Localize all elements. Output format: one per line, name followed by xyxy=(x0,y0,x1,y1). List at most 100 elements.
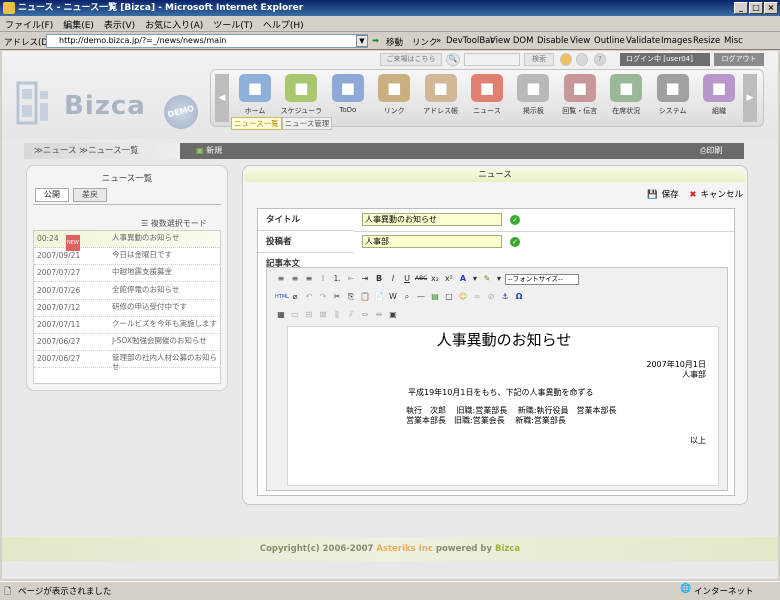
nav-item-2[interactable]: ■ ToDo xyxy=(326,74,370,126)
subscript-icon[interactable]: x₂ xyxy=(429,273,441,285)
nav-item-3[interactable]: ■ リンク xyxy=(372,74,416,126)
toolbar-resize[interactable]: Resize xyxy=(693,36,720,46)
address-dropdown[interactable]: ▼ xyxy=(356,35,368,47)
tab-published[interactable]: 公開 xyxy=(35,188,69,202)
new-button[interactable]: ▣ 新規 xyxy=(184,143,244,159)
toolbar-misc[interactable]: Misc xyxy=(724,36,743,46)
multi-select-mode-button[interactable]: ☰ 複数選択モード xyxy=(141,218,207,229)
menu-help[interactable]: ヘルプ(H) xyxy=(258,16,309,33)
tab-returned[interactable]: 差戻 xyxy=(73,188,107,202)
help-icon[interactable]: ? xyxy=(594,53,606,66)
copyright-brand[interactable]: Bizca xyxy=(495,544,520,554)
toolbar-images[interactable]: Images xyxy=(661,36,692,46)
cancel-button[interactable]: ✖ キャンセル xyxy=(685,190,743,200)
emoticon-icon[interactable]: ☺ xyxy=(457,291,469,303)
list-item[interactable]: 2007/06/27 管理部の社内人材公募のお知らせ xyxy=(34,351,220,371)
user-icon[interactable] xyxy=(576,53,588,66)
number-list-icon[interactable]: ⒈ xyxy=(331,273,343,285)
find-replace-icon[interactable]: ⌕ xyxy=(401,291,413,303)
toolbar-validate[interactable]: Validate xyxy=(626,36,660,46)
preview-icon[interactable]: ▣ xyxy=(387,309,399,321)
anchor-icon[interactable]: ⚓ xyxy=(499,291,511,303)
align-center-icon[interactable]: ≡ xyxy=(289,273,301,285)
nav-item-4[interactable]: ■ アドレス帳 xyxy=(419,74,463,126)
maximize-button[interactable]: □ xyxy=(749,2,763,14)
remove-format-icon[interactable]: ⌀ xyxy=(289,291,301,303)
table-icon[interactable]: ▦ xyxy=(275,309,287,321)
nav-left-arrow[interactable]: ◀ xyxy=(215,74,229,122)
html-source-icon[interactable]: HTML xyxy=(275,291,289,303)
nav-item-10[interactable]: ■ 組織 xyxy=(697,74,741,126)
sun-icon[interactable] xyxy=(560,53,572,66)
print-button[interactable]: ⎙印刷 xyxy=(700,143,744,159)
go-icon[interactable]: ➡ xyxy=(372,36,379,46)
split-cells-icon[interactable]: ⇹ xyxy=(373,309,385,321)
title-input[interactable]: 人事異動のお知らせ xyxy=(362,213,502,226)
list-item[interactable]: 2007/07/27 中越地震支援募金 xyxy=(34,265,220,283)
paste-icon[interactable]: 📋 xyxy=(359,291,371,303)
save-button[interactable]: 💾 保存 xyxy=(643,190,679,200)
menu-edit[interactable]: 編集(E) xyxy=(58,16,99,33)
subtab-news-list[interactable]: ニュース一覧 xyxy=(231,117,282,130)
close-button[interactable]: × xyxy=(764,2,778,14)
list-item[interactable]: 2007/07/26 全館停電のお知らせ xyxy=(34,283,220,300)
underline-icon[interactable]: U xyxy=(401,273,413,285)
superscript-icon[interactable]: x² xyxy=(443,273,455,285)
links-label[interactable]: リンク xyxy=(412,36,438,48)
chevron-icon[interactable]: » xyxy=(436,36,441,46)
image-icon[interactable]: ▤ xyxy=(429,291,441,303)
font-color-icon[interactable]: A xyxy=(457,273,469,285)
nav-item-8[interactable]: ■ 在席状況 xyxy=(604,74,648,126)
copy-icon[interactable]: ⎘ xyxy=(345,291,357,303)
align-left-icon[interactable]: ≡ xyxy=(275,273,287,285)
list-item[interactable]: 2007/06/27 J-SOX勉強会開催のお知らせ xyxy=(34,334,220,352)
go-button[interactable]: 移動 xyxy=(386,36,403,48)
bold-icon[interactable]: B xyxy=(373,273,385,285)
address-input[interactable]: http://demo.bizca.jp/?=_/news/news/main xyxy=(46,34,368,48)
nav-item-9[interactable]: ■ システム xyxy=(651,74,695,126)
outdent-icon[interactable]: ⇤ xyxy=(345,273,357,285)
toolbar-disable[interactable]: Disable xyxy=(537,36,569,46)
search-input[interactable] xyxy=(464,53,520,66)
copyright-company[interactable]: Asteriks Inc xyxy=(376,544,433,554)
undo-icon[interactable]: ↶ xyxy=(303,291,315,303)
nav-right-arrow[interactable]: ▶ xyxy=(743,74,757,122)
subtab-news-admin[interactable]: ニュース管理 xyxy=(281,117,333,130)
link-icon[interactable]: ∞ xyxy=(471,291,483,303)
horizontal-rule-icon[interactable]: — xyxy=(415,291,427,303)
align-right-icon[interactable]: ≡ xyxy=(303,273,315,285)
menu-view[interactable]: 表示(V) xyxy=(99,16,140,33)
list-item[interactable]: 2007/09/21 今日は金曜日です xyxy=(34,248,220,266)
row-insert-icon[interactable]: ⊟ xyxy=(303,309,315,321)
menu-tools[interactable]: ツール(T) xyxy=(208,16,258,33)
special-char-icon[interactable]: Ω xyxy=(513,291,525,303)
paste-word-icon[interactable]: W xyxy=(387,291,399,303)
nav-item-7[interactable]: ■ 回覧・伝言 xyxy=(558,74,602,126)
list-item[interactable]: 2007/07/12 研修の申込受付中です xyxy=(34,300,220,317)
menu-file[interactable]: ファイル(F) xyxy=(0,16,58,33)
document-icon[interactable]: ▢ xyxy=(443,291,455,303)
redo-icon[interactable]: ↷ xyxy=(317,291,329,303)
menu-favorites[interactable]: お気に入り(A) xyxy=(140,16,208,33)
font-color-dropdown-icon[interactable]: ▾ xyxy=(471,273,479,285)
breadcrumb[interactable]: ≫ニュース ≫ニュース一覧 xyxy=(24,143,180,159)
font-size-select[interactable]: --フォントサイズ-- xyxy=(505,273,579,285)
list-item[interactable]: 00:24 NEW 人事異動のお知らせ xyxy=(34,231,220,251)
poster-input[interactable]: 人事部 xyxy=(362,235,502,248)
table-props-icon[interactable]: ▭ xyxy=(289,309,301,321)
unlink-icon[interactable]: ⊘ xyxy=(485,291,497,303)
nav-item-6[interactable]: ■ 掲示板 xyxy=(511,74,555,126)
column-insert-icon[interactable]: ⫼ xyxy=(331,309,343,321)
paste-text-icon[interactable]: 📄 xyxy=(373,291,385,303)
italic-icon[interactable]: I xyxy=(387,273,399,285)
nav-item-5[interactable]: ■ ニュース xyxy=(465,74,509,126)
toolbar-view-dom[interactable]: View DOM xyxy=(490,36,533,46)
indent-icon[interactable]: ⇥ xyxy=(359,273,371,285)
cut-icon[interactable]: ✂ xyxy=(331,291,343,303)
list-item[interactable]: 2007/07/11 クールビズを今年も実施します xyxy=(34,317,220,334)
search-button[interactable]: 検索 xyxy=(524,53,554,66)
logout-button[interactable]: ログアウト xyxy=(714,53,764,66)
highlight-dropdown-icon[interactable]: ▾ xyxy=(495,273,503,285)
toolbar-devtoolbar[interactable]: DevToolBar xyxy=(446,36,494,46)
minimize-button[interactable]: _ xyxy=(734,2,748,14)
